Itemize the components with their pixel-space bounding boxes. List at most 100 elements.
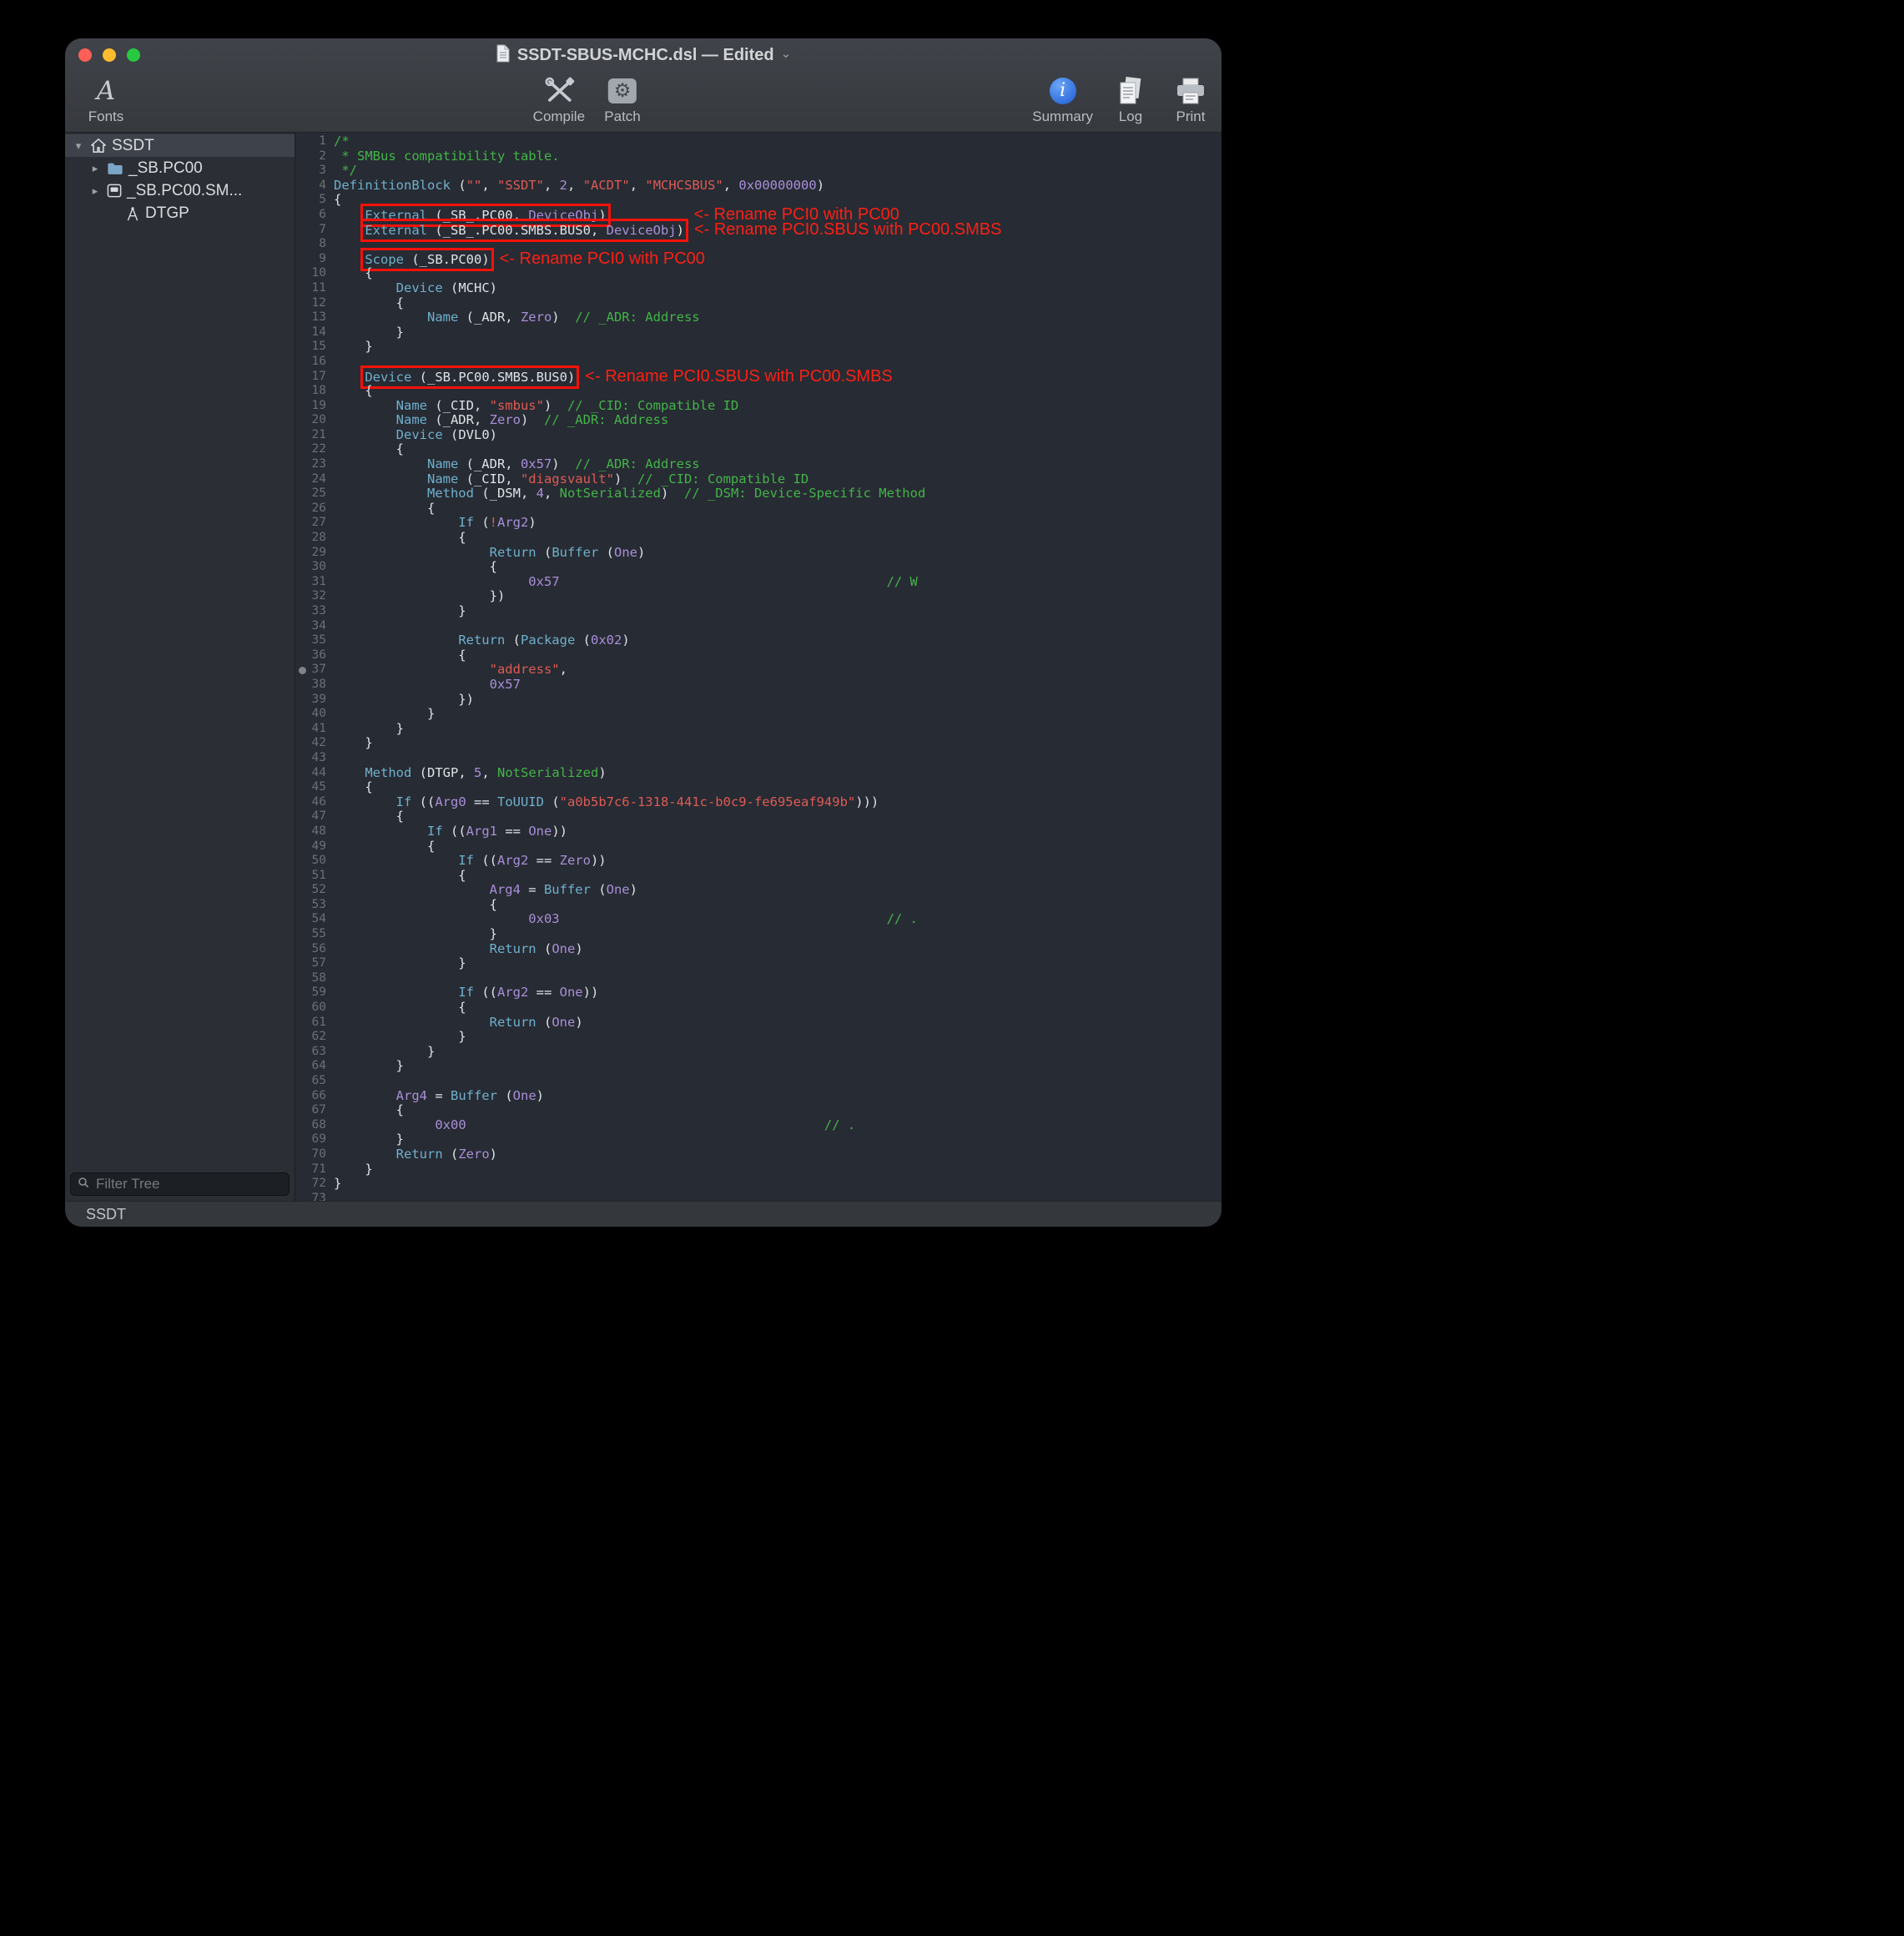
document-icon	[496, 44, 511, 67]
log-button[interactable]: Log	[1108, 75, 1153, 125]
code-line: 39 })	[295, 693, 1221, 708]
summary-button[interactable]: i Summary	[1032, 75, 1093, 125]
patch-button[interactable]: ⚙ Patch	[600, 75, 645, 125]
code-line: 68 0x00 // .	[295, 1118, 1221, 1133]
disclosure-closed-icon[interactable]: ▸	[88, 162, 102, 175]
sidebar-item-ssdt[interactable]: ▾SSDT	[65, 134, 295, 157]
line-number: 72	[295, 1177, 334, 1192]
fonts-label: Fonts	[88, 108, 124, 125]
filter-tree-input[interactable]	[94, 1175, 282, 1193]
code-line: 41 }	[295, 722, 1221, 737]
line-number: 45	[295, 780, 334, 795]
sidebar-item-dtgp[interactable]: DTGP	[65, 202, 295, 224]
line-number: 29	[295, 546, 334, 561]
line-number: 65	[295, 1074, 334, 1089]
code-line: 34	[295, 619, 1221, 634]
line-number: 11	[295, 281, 334, 296]
line-number: 64	[295, 1059, 334, 1074]
sidebar-item-sb-pc00[interactable]: ▸ _SB.PC00	[65, 157, 295, 179]
code-line: 45 {	[295, 780, 1221, 795]
fonts-button[interactable]: A Fonts	[83, 75, 128, 125]
line-number: 25	[295, 487, 334, 502]
code-text: 0x57	[334, 678, 1221, 693]
code-text: Name (_ADR, Zero) // _ADR: Address	[334, 413, 1221, 428]
zoom-button[interactable]	[127, 48, 140, 62]
code-line: 31 0x57 // W	[295, 575, 1221, 590]
sidebar-item-label: _SB.PC00.SM...	[127, 182, 242, 200]
code-line: 18 {	[295, 384, 1221, 399]
code-line: 36 {	[295, 648, 1221, 663]
code-text: {	[334, 839, 1221, 855]
filter-field[interactable]	[70, 1172, 290, 1196]
code-text: {	[334, 780, 1221, 795]
device-icon	[107, 184, 122, 198]
code-line: 73	[295, 1192, 1221, 1201]
line-number: 73	[295, 1192, 334, 1201]
line-number: 21	[295, 428, 334, 443]
code-line: 70 Return (Zero)	[295, 1147, 1221, 1162]
house-icon	[90, 138, 107, 154]
line-number: 43	[295, 751, 334, 766]
code-line: 29 Return (Buffer (One)	[295, 546, 1221, 561]
code-line: 38 0x57	[295, 678, 1221, 693]
code-line: 26 {	[295, 502, 1221, 517]
sidebar-item-label: _SB.PC00	[128, 159, 203, 178]
line-number: 63	[295, 1045, 334, 1060]
main-content: ▾SSDT ▸ _SB.PC00 ▸ _SB.PC00.SM... DTGP 1/*2 *…	[65, 133, 1221, 1201]
code-line: 52 Arg4 = Buffer (One)	[295, 883, 1221, 898]
code-text: * SMBus compatibility table.	[334, 149, 1221, 164]
code-text: Device (MCHC)	[334, 281, 1221, 296]
compile-button[interactable]: Compile	[533, 75, 585, 125]
code-text: }	[334, 1132, 1221, 1147]
line-number: 50	[295, 854, 334, 869]
code-line: 33 }	[295, 604, 1221, 619]
close-button[interactable]	[78, 48, 92, 62]
disclosure-open-icon[interactable]: ▾	[72, 139, 85, 153]
line-number: 32	[295, 589, 334, 604]
code-text: External (_SB_.PC00.SMBS.BUS0, DeviceObj…	[334, 223, 1221, 238]
code-text: {	[334, 266, 1221, 281]
rename-highlight-box: External (_SB_.PC00, DeviceObj)	[365, 208, 606, 223]
code-text: }	[334, 736, 1221, 751]
titlebar[interactable]: SSDT-SBUS-MCHC.dsl — Edited ⌄	[65, 38, 1221, 72]
code-line: 19 Name (_CID, "smbus") // _CID: Compati…	[295, 399, 1221, 414]
code-text	[334, 751, 1221, 766]
print-button[interactable]: Print	[1168, 75, 1213, 125]
code-line: 40 }	[295, 707, 1221, 722]
code-text: {	[334, 1103, 1221, 1118]
title-menu-chevron-icon[interactable]: ⌄	[781, 46, 792, 61]
line-number: 55	[295, 927, 334, 942]
rename-highlight-box: Device (_SB.PC00.SMBS.BUS0)	[365, 370, 575, 385]
code-line: 54 0x03 // .	[295, 912, 1221, 927]
line-number: 28	[295, 531, 334, 546]
code-line: 53 {	[295, 898, 1221, 913]
code-line: 42 }	[295, 736, 1221, 751]
code-line: 11 Device (MCHC)	[295, 281, 1221, 296]
minimize-button[interactable]	[103, 48, 116, 62]
line-number: 30	[295, 560, 334, 575]
line-number: 52	[295, 883, 334, 898]
code-line: 13 Name (_ADR, Zero) // _ADR: Address	[295, 310, 1221, 325]
code-text: }	[334, 722, 1221, 737]
code-text: Name (_CID, "smbus") // _CID: Compatible…	[334, 399, 1221, 414]
line-number: 22	[295, 442, 334, 457]
line-number: 40	[295, 707, 334, 722]
disclosure-closed-icon[interactable]: ▸	[88, 184, 102, 198]
patch-label: Patch	[604, 108, 640, 125]
line-number: 4	[295, 179, 334, 194]
line-number: 68	[295, 1118, 334, 1133]
code-editor[interactable]: 1/*2 * SMBus compatibility table.3 */4De…	[295, 133, 1221, 1201]
code-text: {	[334, 296, 1221, 311]
line-number: 47	[295, 809, 334, 824]
maciasl-window: SSDT-SBUS-MCHC.dsl — Edited ⌄ A Fonts	[65, 38, 1221, 1227]
code-line: 20 Name (_ADR, Zero) // _ADR: Address	[295, 413, 1221, 428]
sidebar-item-sb-pc00-sm[interactable]: ▸ _SB.PC00.SM...	[65, 179, 295, 202]
line-number: 54	[295, 912, 334, 927]
code-line: 3 */	[295, 164, 1221, 179]
rename-annotation: <- Rename PCI0.SBUS with PC00.SMBS	[585, 367, 892, 386]
code-text: Method (_DSM, 4, NotSerialized) // _DSM:…	[334, 487, 1221, 502]
line-number: 69	[295, 1132, 334, 1147]
line-number: 53	[295, 898, 334, 913]
window-title: SSDT-SBUS-MCHC.dsl — Edited	[517, 46, 774, 65]
code-text: Return (Package (0x02)	[334, 633, 1221, 648]
